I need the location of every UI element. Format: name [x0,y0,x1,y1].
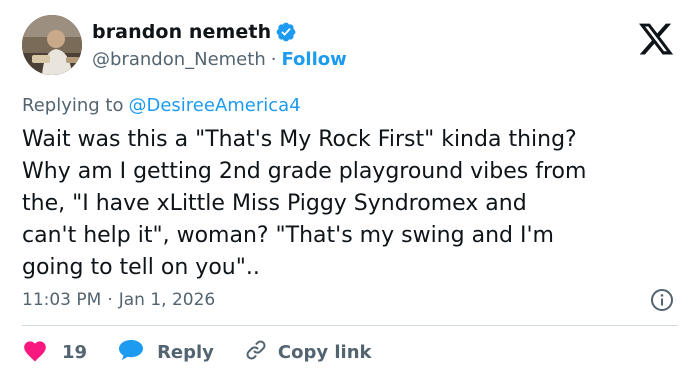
timestamp-separator: · [107,290,113,310]
tweet-time: 11:03 PM [22,290,102,310]
reply-mention-link[interactable]: @DesireeAmerica4 [128,95,300,116]
tweet-timestamp[interactable]: 11:03 PM · Jan 1, 2026 [22,287,215,313]
author-name-row: brandon nemeth [92,18,297,46]
follow-button[interactable]: Follow [281,49,346,70]
copy-link-button[interactable]: Copy link [244,338,372,366]
reply-button[interactable]: Reply [117,338,214,366]
action-bar: 19 Reply Copy link [22,338,372,366]
heart-icon [22,338,48,366]
like-count: 19 [62,341,88,363]
info-icon[interactable] [650,288,674,312]
copy-link-label: Copy link [277,341,372,363]
tweet-text-line: Wait was this a "That's My Rock First" k… [22,127,577,152]
handle-separator: · [270,48,277,70]
divider [22,325,678,326]
author-handle[interactable]: @brandon_Nemeth [92,49,266,70]
reply-context-prefix: Replying to [22,94,124,116]
like-button[interactable]: 19 [22,338,87,366]
tweet-text-line: going to tell on you".. [22,255,260,280]
tweet-text-line: Why am I getting 2nd grade playground vi… [22,159,587,184]
tweet-card: brandon nemeth @brandon_Nemeth · Follow … [0,0,700,379]
avatar[interactable] [22,15,82,75]
author-handle-row: @brandon_Nemeth · Follow [92,46,347,72]
tweet-text-line: can't help it", woman? "That's my swing … [22,223,554,248]
tweet-text: Wait was this a "That's My Rock First" k… [22,124,692,284]
verified-badge-icon [275,21,297,43]
tweet-date: Jan 1, 2026 [118,290,216,310]
author-display-name[interactable]: brandon nemeth [92,21,271,43]
tweet-text-line: the, "I have xLittle Miss Piggy Syndrome… [22,191,527,216]
reply-label: Reply [157,341,214,363]
speech-bubble-icon [117,338,145,366]
link-icon [244,338,268,366]
reply-context: Replying to @DesireeAmerica4 [22,92,301,118]
x-logo-icon[interactable] [636,20,676,58]
